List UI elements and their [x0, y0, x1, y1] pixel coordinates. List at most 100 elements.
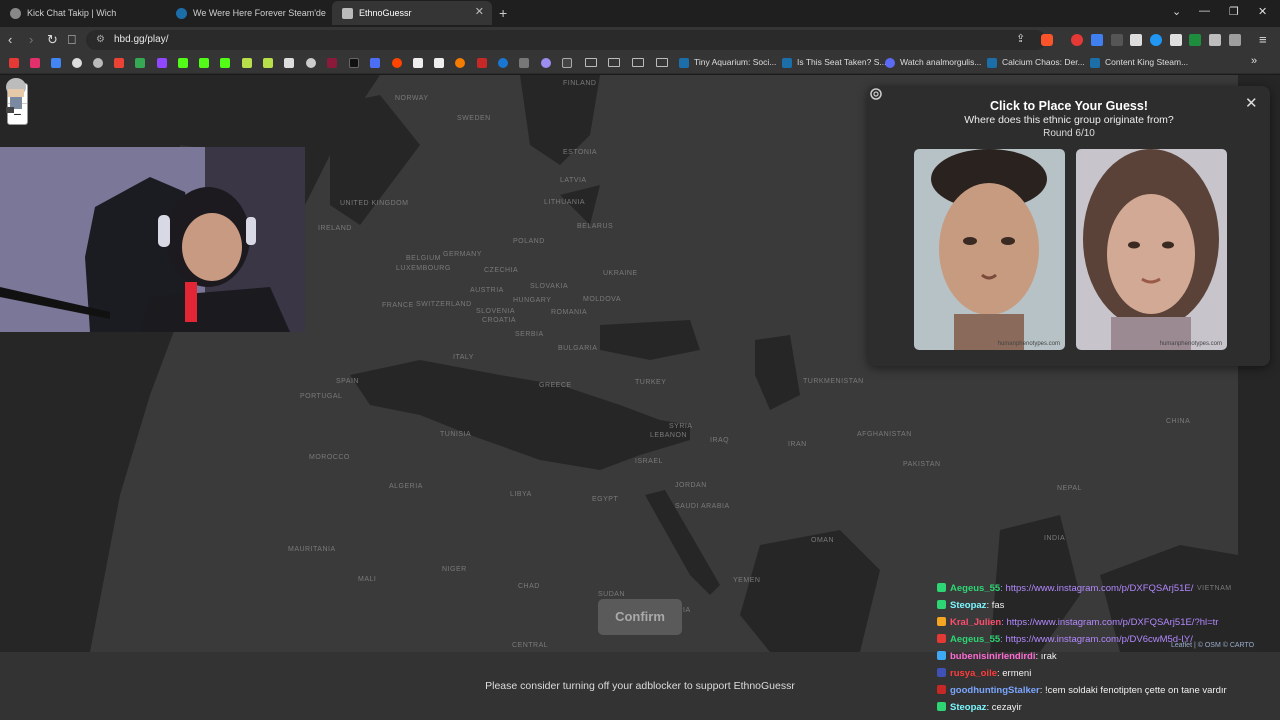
chat-badge-icon [937, 651, 946, 660]
bookmark-icon[interactable] [498, 58, 508, 68]
kick-icon[interactable] [220, 58, 230, 68]
steam-icon[interactable] [782, 58, 792, 68]
extension-icon[interactable] [1111, 34, 1123, 46]
bookmark-icon[interactable] [455, 58, 465, 68]
maximize-icon[interactable]: ❐ [1229, 5, 1239, 18]
extension-icon[interactable] [1071, 34, 1083, 46]
tab-steam[interactable]: We Were Here Forever Steam'de [166, 1, 332, 25]
steam-icon[interactable] [1090, 58, 1100, 68]
bookmark-seat-taken[interactable]: Is This Seat Taken? S... [797, 57, 886, 67]
address-bar: ‹ › ↻ ⎕ ⚙ hbd.gg/play/ ⇪ ≡ [0, 27, 1280, 53]
chat-username: rusya_oile [950, 668, 997, 679]
bookmark-icon[interactable] [306, 58, 316, 68]
extension-icon[interactable] [1130, 34, 1142, 46]
youtube-icon[interactable] [9, 58, 19, 68]
folder-icon[interactable] [632, 58, 644, 67]
country-label: BELGIUM [406, 255, 442, 262]
chat-text[interactable]: : https://www.instagram.com/p/DXFQSArj51… [1000, 583, 1193, 594]
country-label: SYRIA [669, 423, 693, 430]
extension-icon[interactable] [1170, 34, 1182, 46]
menu-icon[interactable]: ≡ [1259, 32, 1267, 47]
minimize-icon[interactable]: — [1199, 5, 1210, 17]
steam-icon[interactable] [987, 58, 997, 68]
anchor-icon[interactable] [284, 58, 294, 68]
twitch-icon[interactable] [157, 58, 167, 68]
bookmark-tiny-aquarium[interactable]: Tiny Aquarium: Soci... [694, 57, 776, 67]
bookmark-icon[interactable] [72, 58, 82, 68]
chat-message: Aegeus_55: https://www.instagram.com/p/D… [937, 634, 1277, 651]
amazon-icon[interactable] [434, 58, 444, 68]
chevron-down-icon[interactable]: ⌄ [1172, 5, 1181, 18]
folder-icon[interactable] [656, 58, 668, 67]
gmail-icon[interactable] [114, 58, 124, 68]
kick-icon[interactable] [199, 58, 209, 68]
folder-icon[interactable] [608, 58, 620, 67]
translate-icon[interactable] [51, 58, 61, 68]
sidebar-icon[interactable] [1229, 34, 1241, 46]
close-tab-icon[interactable]: ✕ [475, 5, 484, 18]
country-label: NORWAY [395, 95, 429, 102]
bookmark-icon[interactable] [477, 58, 487, 68]
bookmark-icon[interactable] [242, 58, 252, 68]
country-label: PAKISTAN [903, 461, 941, 468]
chevron-right-icon[interactable]: » [1251, 55, 1257, 67]
kick-icon[interactable] [178, 58, 188, 68]
close-icon[interactable]: ✕ [1245, 94, 1258, 112]
chat-text[interactable]: : https://www.instagram.com/p/DXFQSArj51… [1001, 617, 1218, 628]
chat-text[interactable]: : https://www.instagram.com/p/DV6cwM5d-I… [1000, 634, 1193, 645]
share-icon[interactable]: ⇪ [1016, 32, 1025, 45]
reload-icon[interactable]: ↻ [47, 32, 58, 48]
world-map[interactable]: FINLAND NORWAY SWEDEN ESTONIA LATVIA LIT… [0, 75, 1270, 652]
streamer-video [0, 147, 305, 332]
bookmark-icon[interactable] [93, 58, 103, 68]
country-label: UNITED KINGDOM [340, 200, 409, 207]
bookmark-icon[interactable] [562, 58, 572, 68]
back-icon[interactable]: ‹ [8, 32, 12, 47]
url-field[interactable]: ⚙ hbd.gg/play/ [86, 30, 1046, 50]
tab-ethnoguessr[interactable]: EthnoGuessr ✕ [332, 1, 492, 25]
brave-shield-icon[interactable] [1041, 34, 1053, 46]
tab-title: Kick Chat Takip | Wich [27, 8, 117, 18]
country-label: FINLAND [563, 80, 597, 87]
extension-icon[interactable] [1150, 34, 1162, 46]
bookmark-icon[interactable] [327, 58, 337, 68]
bookmark-icon[interactable]: ⎕ [68, 32, 76, 48]
tab-kick-chat[interactable]: Kick Chat Takip | Wich [0, 1, 166, 25]
instagram-icon[interactable] [30, 58, 40, 68]
new-tab-icon[interactable]: + [499, 5, 507, 21]
confirm-button[interactable]: Confirm [598, 599, 682, 635]
extensions-puzzle-icon[interactable] [1209, 34, 1221, 46]
chat-text: : !cem soldaki fenotipten çette on tane … [1039, 685, 1227, 696]
extension-icon[interactable] [1189, 34, 1201, 46]
bookmark-icon[interactable] [519, 58, 529, 68]
steam-icon [176, 7, 187, 19]
bookmark-content-king[interactable]: Content King Steam... [1105, 57, 1188, 67]
bookmark-icon[interactable] [541, 58, 551, 68]
country-label: ALGERIA [389, 483, 423, 490]
close-window-icon[interactable]: ✕ [1258, 5, 1267, 18]
reddit-icon[interactable] [392, 58, 402, 68]
chat-text: : fas [986, 600, 1005, 611]
folder-icon[interactable] [585, 58, 597, 67]
app-icon [342, 7, 353, 19]
country-label: LUXEMBOURG [396, 265, 451, 272]
face-image-female[interactable]: humanphenotypes.com [1076, 149, 1227, 350]
bookmark-icon[interactable] [885, 58, 895, 68]
x-icon[interactable] [349, 58, 359, 68]
bookmark-icon[interactable] [413, 58, 423, 68]
chat-message: Steopaz: cezayir [937, 702, 1277, 719]
steam-icon[interactable] [679, 58, 689, 68]
bookmark-watch[interactable]: Watch analmorgulis... [900, 57, 981, 67]
bookmark-calcium-chaos[interactable]: Calcium Chaos: Der... [1002, 57, 1085, 67]
country-label: AFGHANISTAN [857, 431, 912, 438]
site-info-icon[interactable]: ⚙ [96, 34, 105, 45]
chat-badge-icon [937, 685, 946, 694]
face-image-male[interactable]: humanphenotypes.com [914, 149, 1065, 350]
chat-badge-icon [937, 702, 946, 711]
bookmark-icon[interactable] [263, 58, 273, 68]
drive-icon[interactable] [135, 58, 145, 68]
bookmark-icon[interactable] [370, 58, 380, 68]
forward-icon[interactable]: › [29, 32, 33, 47]
extension-icon[interactable] [1091, 34, 1103, 46]
country-label: ROMANIA [551, 309, 588, 316]
